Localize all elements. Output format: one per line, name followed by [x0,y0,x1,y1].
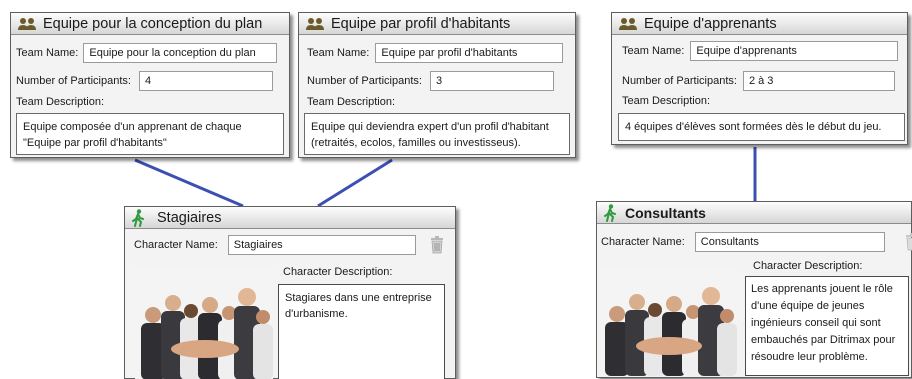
character-name-field[interactable]: Stagiaires [227,235,416,255]
trash-icon[interactable] [905,233,912,251]
character-description-label: Character Description: [753,260,863,272]
team-panel-conception: Equipe pour la conception du plan Team N… [10,12,290,158]
team-description-label: Team Description: [307,96,396,108]
character-panel-header[interactable]: Consultants [597,202,911,224]
team-people-icon [306,17,324,30]
team-name-field[interactable]: Equipe pour la conception du plan [83,43,278,63]
connector-team2-stagiaires [317,158,393,208]
team-panel-profil: Equipe par profil d'habitants Team Name:… [298,12,576,158]
trash-icon[interactable] [430,236,444,254]
team-panel-header[interactable]: Equipe pour la conception du plan [11,13,289,35]
team-people-icon [18,17,36,30]
character-photo [601,268,737,376]
team-panel-header[interactable]: Equipe par profil d'habitants [299,13,575,35]
team-name-label: Team Name: [622,45,685,57]
walking-person-icon [132,208,144,227]
character-name-label: Character Name: [601,236,685,248]
participants-field[interactable]: 4 [138,71,273,91]
team-panel-header[interactable]: Equipe d'apprenants [612,13,907,35]
character-panel-consultants: Consultants Character Name: Consultants … [596,201,912,378]
team-name-label: Team Name: [16,47,79,59]
team-panel-apprenants: Equipe d'apprenants Team Name: Equipe d'… [611,12,908,145]
team-name-field[interactable]: Equipe par profil d'habitants [375,43,564,63]
participants-label: Number of Participants: [307,75,422,87]
team-description-label: Team Description: [16,96,105,108]
participants-label: Number of Participants: [622,75,737,87]
character-description-field[interactable]: Les apprenants jouent le rôle d'une équi… [745,276,909,376]
participants-field[interactable]: 3 [429,71,554,91]
character-description-field[interactable]: Stagiares dans une entreprise d'urbanism… [278,284,445,379]
team-description-field[interactable]: Equipe qui deviendra expert d'un profil … [304,113,570,155]
character-name-field[interactable]: Consultants [694,232,885,252]
character-photo [135,267,273,379]
character-panel-title: Stagiaires [157,209,222,226]
walking-person-icon [604,203,616,222]
character-panel-stagiaires: Stagiaires Character Name: Stagiaires Ch… [124,206,456,379]
team-panel-title: Equipe par profil d'habitants [331,15,511,32]
participants-label: Number of Participants: [16,75,131,87]
character-panel-header[interactable]: Stagiaires [125,207,455,229]
team-people-icon [619,17,637,30]
participants-field[interactable]: 2 à 3 [742,71,895,91]
team-description-field[interactable]: 4 équipes d'élèves sont formées dès le d… [618,113,905,141]
team-name-label: Team Name: [307,47,370,59]
team-name-field[interactable]: Equipe d'apprenants [690,41,899,61]
character-name-label: Character Name: [134,239,218,251]
team-panel-title: Equipe d'apprenants [644,15,777,32]
team-panel-title: Equipe pour la conception du plan [43,15,263,32]
character-description-label: Character Description: [283,266,393,278]
character-panel-title: Consultants [625,204,706,221]
team-description-field[interactable]: Equipe composée d'un apprenant de chaque… [16,113,284,155]
team-description-label: Team Description: [622,95,711,107]
connector-team1-stagiaires [134,158,244,208]
